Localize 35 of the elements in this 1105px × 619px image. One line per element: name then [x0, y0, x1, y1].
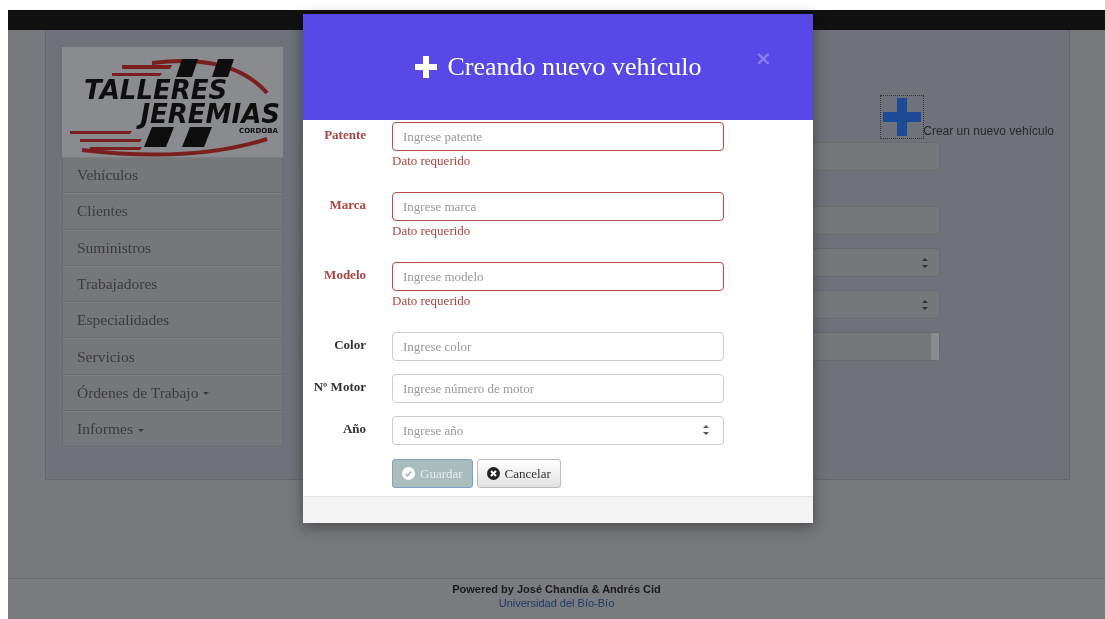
- field-label: Año: [341, 420, 366, 438]
- spinner-icon: [921, 256, 929, 269]
- spinner-icon: [921, 298, 929, 311]
- error-message: Dato requerido: [392, 293, 471, 309]
- title-text: Creando nuevo vehículo: [447, 52, 702, 82]
- university-link[interactable]: Universidad del Bío-Bío: [498, 597, 615, 609]
- input-field[interactable]: Ingrese patente: [392, 122, 724, 151]
- field-label: Modelo: [323, 266, 366, 284]
- cancel-circle-icon: [486, 467, 500, 480]
- caret-icon: [203, 392, 210, 396]
- sidebar-item[interactable]: Órdenes de Trabajo: [62, 374, 283, 412]
- sidebar-item[interactable]: Clientes: [62, 193, 283, 230]
- plus-icon: [414, 55, 439, 79]
- sidebar-item[interactable]: Suministros: [62, 229, 283, 266]
- caret-icon: [137, 428, 144, 432]
- create-vehicle-link[interactable]: Crear un nuevo vehículo: [881, 94, 1054, 138]
- spinner-icon: [702, 424, 710, 436]
- error-message: Dato requerido: [392, 153, 471, 169]
- footer-credit: Powered by José Chandía & Andrés Cid: [452, 583, 661, 595]
- field-label: Nº Motor: [312, 378, 366, 396]
- sidebar-item[interactable]: Trabajadores: [62, 265, 283, 303]
- input-field[interactable]: Ingrese marca: [392, 192, 724, 221]
- sidebar-item[interactable]: Servicios: [62, 338, 283, 375]
- cancel-button[interactable]: Cancelar: [476, 459, 561, 488]
- sidebar-item[interactable]: Vehículos: [62, 157, 283, 194]
- error-message: Dato requerido: [392, 223, 471, 239]
- field-label: Color: [333, 336, 366, 354]
- sidebar-item[interactable]: Informes: [62, 411, 283, 448]
- sidebar-item[interactable]: Especialidades: [62, 302, 283, 339]
- check-circle-icon: [402, 467, 415, 480]
- close-button[interactable]: ×: [755, 48, 772, 68]
- field-label: Patente: [323, 126, 366, 144]
- field-label: Marca: [328, 196, 366, 214]
- input-field[interactable]: Ingrese modelo: [392, 262, 724, 291]
- plus-icon: [881, 96, 924, 138]
